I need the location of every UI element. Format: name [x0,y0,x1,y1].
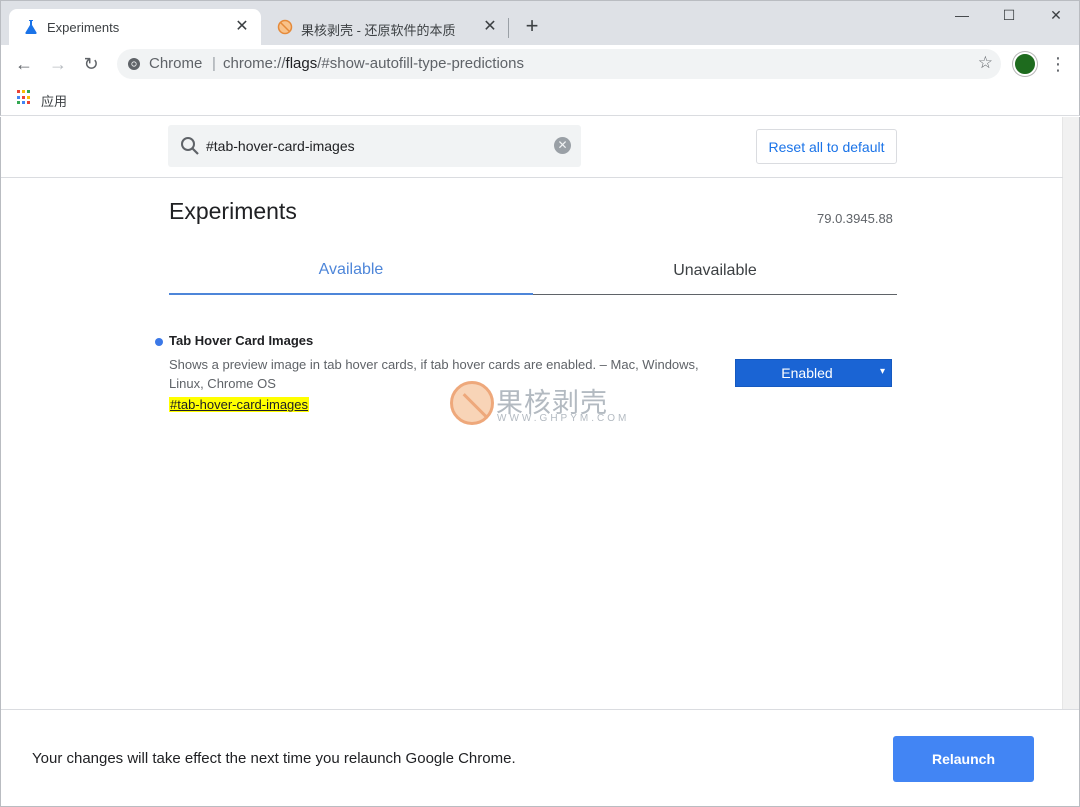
flag-state-select[interactable]: Enabled ▾ [735,359,892,387]
select-value: Enabled [781,365,833,381]
bookmark-star-icon[interactable]: ☆ [978,53,993,73]
header-divider [1,177,1063,178]
url-host: flags [285,55,318,72]
tab-experiments[interactable]: Experiments ✕ [9,9,261,46]
watermark-logo-icon [450,381,494,425]
chevron-down-icon: ▾ [879,366,885,377]
scrollbar[interactable] [1062,117,1079,709]
omnibox-scheme: Chrome [149,55,203,72]
reload-icon[interactable]: ↻ [78,51,104,77]
apps-icon[interactable] [17,90,32,105]
page-title: Experiments [169,198,297,224]
chrome-icon [128,58,140,70]
tab-title: 果核剥壳 - 还原软件的本质 [301,23,456,38]
search-input[interactable] [206,125,536,167]
search-icon [181,137,199,155]
url-prefix: chrome:// [223,55,286,72]
tab-unavailable[interactable]: Unavailable [533,252,897,295]
bookmarks-bar: 应用 [0,83,1080,116]
window-close-icon[interactable]: ✕ [1033,7,1079,29]
menu-icon[interactable]: ⋮ [1049,52,1067,76]
page-content: ✕ Reset all to default Experiments 79.0.… [0,117,1080,807]
apps-label[interactable]: 应用 [41,91,67,110]
watermark: 果核剥壳 WWW.GHPYM.COM [450,381,640,431]
close-icon[interactable]: ✕ [481,18,499,36]
modified-dot-icon [155,338,163,346]
relaunch-footer: Your changes will take effect the next t… [1,709,1079,806]
avatar[interactable] [1013,52,1037,76]
omnibox[interactable]: Chrome | chrome://flags/#show-autofill-t… [117,49,1001,79]
tab-title: Experiments [47,20,120,35]
flag-description: Shows a preview image in tab hover cards… [169,357,699,391]
url-rest: /#show-autofill-type-predictions [317,55,524,72]
tab-strip: Experiments ✕ 果核剥壳 - 还原软件的本质 ✕ + — ☐ ✕ [0,0,1080,46]
minimize-icon[interactable]: — [939,7,985,29]
flag-permalink[interactable]: #tab-hover-card-images [169,397,310,412]
clear-search-icon[interactable]: ✕ [554,137,571,154]
version-number: 79.0.3945.88 [817,211,893,226]
tab-separator [508,18,509,38]
close-icon[interactable]: ✕ [233,18,251,36]
watermark-url: WWW.GHPYM.COM [497,413,630,424]
search-box: ✕ [168,125,581,167]
toolbar: ← → ↻ Chrome | chrome://flags/#show-auto… [0,45,1080,83]
tab-available[interactable]: Available [169,252,533,295]
reset-all-button[interactable]: Reset all to default [756,129,897,164]
relaunch-message: Your changes will take effect the next t… [32,750,516,767]
flask-icon [25,20,37,34]
tab-guohe[interactable]: 果核剥壳 - 还原软件的本质 ✕ [263,9,509,46]
forward-icon[interactable]: → [45,51,71,77]
new-tab-icon[interactable]: + [520,15,544,39]
relaunch-button[interactable]: Relaunch [893,736,1034,782]
omnibox-url[interactable]: chrome://flags/#show-autofill-type-predi… [223,55,524,72]
guohe-favicon-icon [277,19,293,35]
back-icon[interactable]: ← [11,51,37,77]
flag-name: Tab Hover Card Images [169,333,314,348]
maximize-icon[interactable]: ☐ [986,7,1032,29]
omnibox-separator: | [212,55,216,72]
